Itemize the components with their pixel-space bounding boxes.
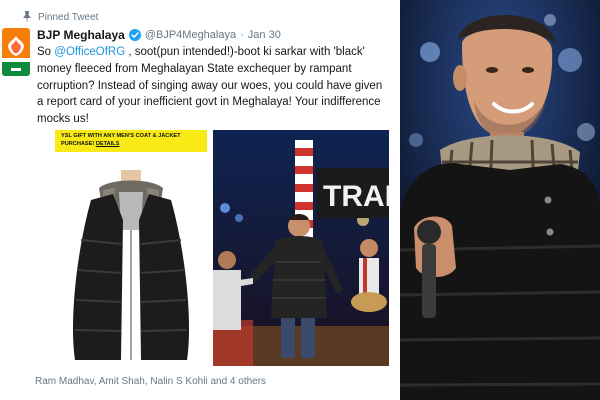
pinned-label: Pinned Tweet xyxy=(38,11,99,23)
tweet-text-start: So xyxy=(37,46,55,58)
display-name[interactable]: BJP Meghalaya xyxy=(37,28,125,42)
verified-badge-icon xyxy=(128,29,141,41)
avatar[interactable] xyxy=(2,28,30,76)
tweet-text: So @OfficeOfRG , soot(pun intended!)-boo… xyxy=(37,44,389,128)
ad-details-link[interactable]: DETAILS xyxy=(96,141,120,147)
stage-sign: TRAD xyxy=(323,180,389,213)
stage-photo[interactable]: TRAD xyxy=(213,130,389,366)
jacket-ad-image[interactable]: YSL GIFT WITH ANY MEN'S COAT & JACKET PU… xyxy=(55,130,207,366)
ad-banner-line2: PURCHASE! DETAILS xyxy=(61,140,201,148)
tweet-date[interactable]: Jan 30 xyxy=(248,29,281,41)
pin-icon xyxy=(22,11,32,23)
tweet-panel: Pinned Tweet BJP Meghalaya @BJP4Meghalay… xyxy=(0,0,396,400)
pinned-indicator: Pinned Tweet xyxy=(22,10,98,24)
tagged-people[interactable]: Ram Madhav, Amit Shah, Nalin S Kohli and… xyxy=(35,376,266,387)
user-handle[interactable]: @BJP4Meghalaya xyxy=(145,29,236,41)
dot-separator: · xyxy=(240,29,244,41)
ad-banner-line1: YSL GIFT WITH ANY MEN'S COAT & JACKET xyxy=(61,133,181,139)
speaker-photo xyxy=(400,0,600,400)
ad-banner-text: PURCHASE! xyxy=(61,141,96,147)
tweet-header: BJP Meghalaya @BJP4Meghalaya · Jan 30 xyxy=(37,28,281,42)
jacket-illustration xyxy=(55,130,207,366)
speaker-illustration xyxy=(400,0,600,400)
ad-banner[interactable]: YSL GIFT WITH ANY MEN'S COAT & JACKET PU… xyxy=(55,130,207,152)
mention-link[interactable]: @OfficeOfRG xyxy=(54,46,125,58)
stage-sign-text: TRAD xyxy=(323,180,389,213)
